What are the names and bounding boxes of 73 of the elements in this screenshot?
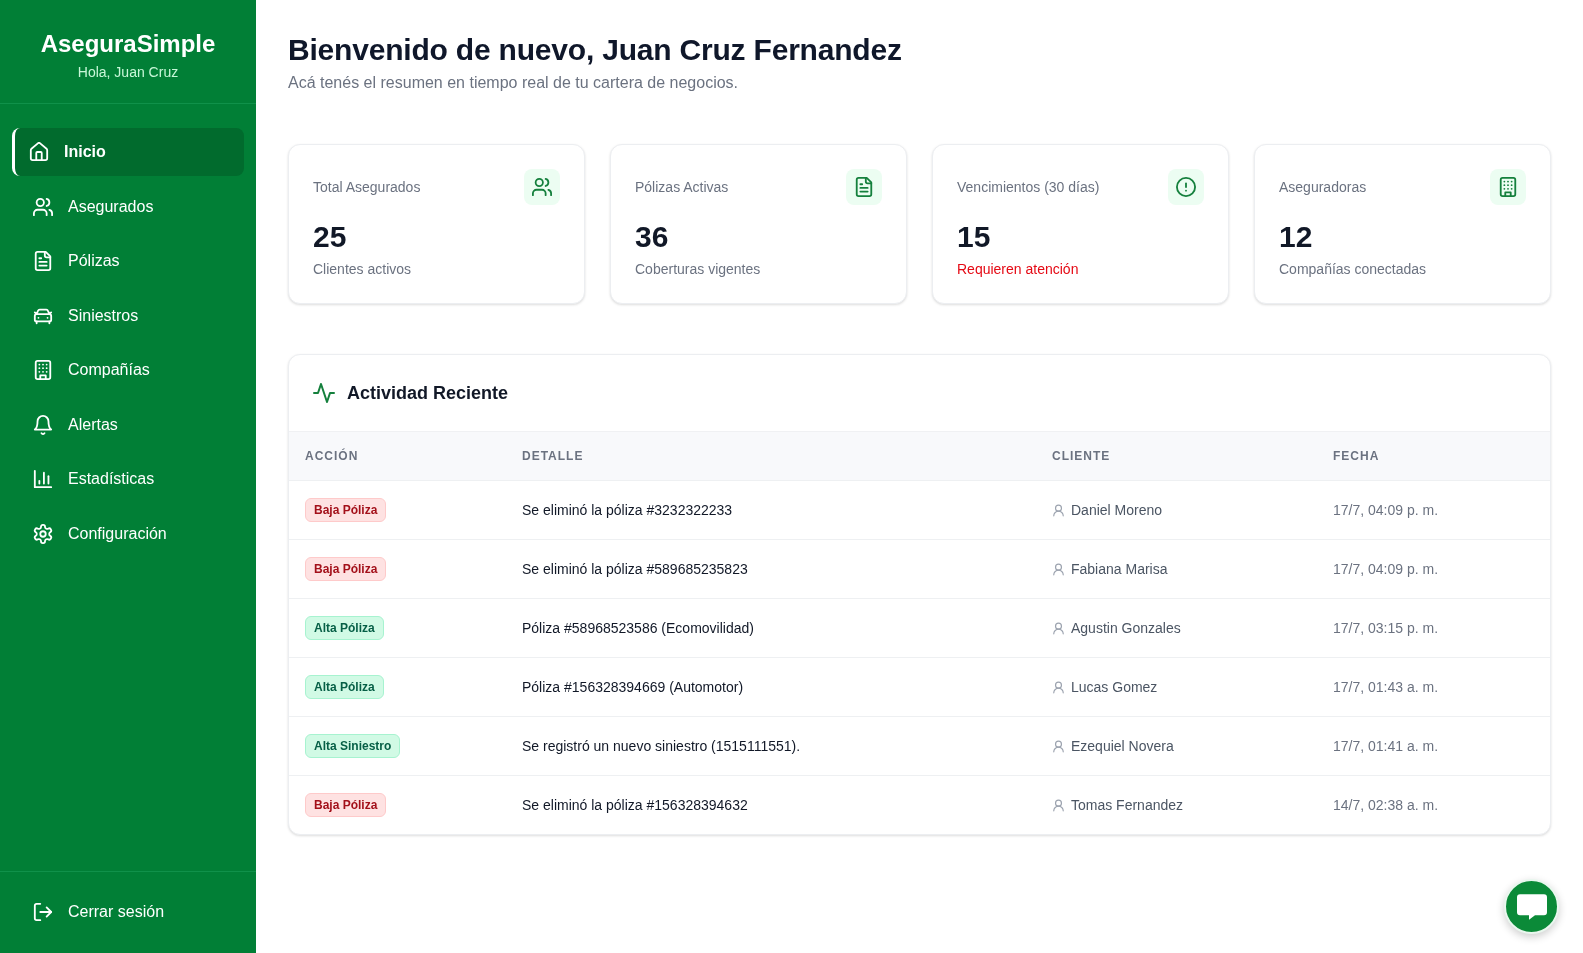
action-tag: Baja Póliza — [305, 793, 387, 817]
activity-detail: Póliza #58968523586 (Ecomovilidad) — [522, 619, 754, 638]
activity-date: 17/7, 04:09 p. m. — [1333, 501, 1439, 520]
person-icon — [1052, 739, 1065, 753]
action-tag: Alta Siniestro — [305, 734, 401, 758]
action-tag: Baja Póliza — [305, 498, 387, 522]
stat-value: 12 — [1279, 219, 1314, 255]
person-icon — [1052, 680, 1065, 694]
column-header: ACCIÓN — [305, 449, 359, 463]
sidebar-item[interactable]: Pólizas — [12, 237, 244, 285]
logout-button[interactable]: Cerrar sesión — [12, 888, 244, 936]
stat-value: 36 — [635, 219, 670, 255]
building-icon — [33, 360, 53, 380]
stat-note: Clientes activos — [313, 260, 413, 279]
panel-title: Actividad Reciente — [347, 382, 509, 405]
stat-label: Pólizas Activas — [635, 178, 729, 197]
stat-value: 15 — [957, 219, 992, 255]
stat-value: 25 — [313, 219, 348, 255]
column-header: CLIENTE — [1052, 449, 1111, 463]
activity-date: 17/7, 03:15 p. m. — [1333, 619, 1439, 638]
action-tag: Alta Póliza — [305, 616, 384, 640]
sidebar-item[interactable]: Compañías — [12, 346, 244, 394]
client-name: Ezequiel Novera — [1071, 737, 1174, 756]
stat-note: Coberturas vigentes — [635, 260, 762, 279]
people-icon — [33, 196, 53, 217]
activity-detail: Se eliminó la póliza #156328394632 — [522, 796, 748, 815]
client-name: Daniel Moreno — [1071, 501, 1163, 520]
home-icon — [29, 142, 49, 162]
brand-name: AseguraSimple — [40, 29, 216, 59]
chat-bubble-icon — [1516, 893, 1547, 920]
activity-detail: Póliza #156328394669 (Automotor) — [522, 678, 744, 697]
document-icon — [846, 169, 882, 205]
stat-label: Aseguradoras — [1279, 178, 1367, 197]
person-icon — [1052, 621, 1065, 635]
activity-detail: Se eliminó la póliza #589685235823 — [522, 560, 748, 579]
activity-detail: Se eliminó la póliza #3232322233 — [522, 501, 733, 520]
document-icon — [33, 251, 53, 271]
column-header: DETALLE — [522, 449, 584, 463]
person-icon — [1052, 798, 1065, 812]
activity-detail: Se registró un nuevo siniestro (1515111551). — [522, 737, 801, 756]
bell-icon — [33, 414, 53, 435]
stat-label: Vencimientos (30 días) — [957, 178, 1100, 197]
sidebar-item[interactable]: Inicio — [12, 128, 244, 176]
sidebar-item[interactable]: Siniestros — [12, 291, 244, 340]
client-name: Fabiana Marisa — [1071, 560, 1168, 579]
sidebar-item[interactable]: Estadísticas — [12, 455, 244, 503]
bar-chart-icon — [33, 469, 53, 489]
sidebar-item[interactable]: Configuración — [12, 509, 244, 558]
action-tag: Alta Póliza — [305, 675, 384, 699]
person-icon — [1052, 503, 1065, 517]
stat-note: Requieren atención — [957, 260, 1080, 279]
greeting-text: Hola, Juan Cruz — [77, 63, 179, 81]
person-icon — [1052, 562, 1065, 576]
client-name: Agustin Gonzales — [1071, 619, 1181, 638]
logout-icon — [33, 902, 53, 922]
activity-date: 17/7, 01:43 a. m. — [1333, 678, 1439, 697]
people-icon — [524, 169, 560, 205]
column-header: FECHA — [1333, 449, 1380, 463]
action-tag: Baja Póliza — [305, 557, 387, 581]
activity-date: 14/7, 02:38 a. m. — [1333, 796, 1439, 815]
client-name: Tomas Fernandez — [1071, 796, 1184, 815]
sidebar-item[interactable]: Alertas — [12, 400, 244, 449]
page-subtitle: Acá tenés el resumen en tiempo real de tu cartera de negocios. — [288, 73, 740, 93]
pulse-icon — [313, 382, 335, 404]
activity-date: 17/7, 01:41 a. m. — [1333, 737, 1439, 756]
client-name: Lucas Gomez — [1071, 678, 1158, 697]
page-title: Bienvenido de nuevo, Juan Cruz Fernandez — [288, 32, 903, 68]
building-icon — [1490, 169, 1526, 205]
stat-note: Compañías conectadas — [1279, 260, 1428, 279]
activity-date: 17/7, 04:09 p. m. — [1333, 560, 1439, 579]
sidebar-item[interactable]: Asegurados — [12, 182, 244, 231]
stat-label: Total Asegurados — [313, 178, 421, 197]
settings-icon — [33, 523, 53, 544]
